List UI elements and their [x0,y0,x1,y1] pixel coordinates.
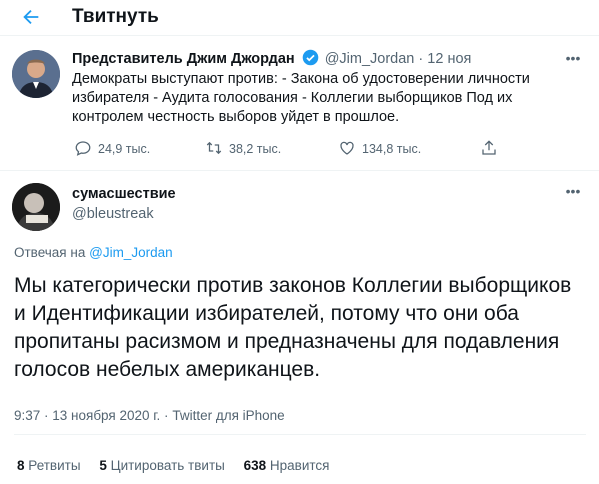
retweet-count: 38,2 тыс. [229,142,282,156]
arrow-left-icon [23,9,39,25]
author-name[interactable]: Представитель Джим Джордан [72,51,295,67]
tweet-source[interactable]: Twitter для iPhone [172,408,284,423]
more-dots-icon: ••• [565,183,581,199]
more-dots-icon: ••• [565,50,581,66]
retweets-stat[interactable]: 8 Ретвиты [17,458,81,473]
reply-icon [75,141,91,156]
tweet-stats: 8 Ретвиты 5 Цитировать твиты 638 Нравитс… [17,458,344,473]
quotes-label: Цитировать твиты [110,458,225,473]
author-handle[interactable]: @bleustreak [72,206,154,222]
replying-to: Отвечая на @Jim_Jordan [14,245,173,260]
retweet-button[interactable]: 38,2 тыс. [205,139,281,161]
replying-handle-link[interactable]: @Jim_Jordan [89,245,173,260]
quotes-count: 5 [99,458,107,473]
likes-label: Нравится [269,458,330,473]
reply-tweet: сумасшествие @bleustreak ••• Отвечая на … [0,172,599,484]
tweet-timestamp[interactable]: 9:37 · 13 ноября 2020 г. [14,408,160,423]
tweet-text: Мы категорически против законов Коллегии… [14,274,572,381]
tweet-header: Представитель Джим Джордан @Jim_Jordan ·… [72,49,471,67]
more-options-button[interactable]: ••• [562,184,584,206]
replying-label: Отвечая на [14,245,86,260]
reply-button[interactable]: 24,9 тыс. [74,139,150,161]
avatar[interactable] [12,50,60,98]
retweets-label: Ретвиты [28,458,81,473]
like-button[interactable]: 134,8 тыс. [338,139,421,161]
tweet-date[interactable]: 12 ноя [427,51,471,67]
share-icon [482,140,496,155]
author-handle[interactable]: @Jim_Jordan [325,51,415,67]
page-title: Твитнуть [72,6,159,27]
tweet-text: Демократы выступают против: - Закона об … [72,71,530,125]
retweets-count: 8 [17,458,25,473]
tweet-meta: 9:37 · 13 ноября 2020 г. · Twitter для i… [14,408,285,423]
retweet-icon [206,141,222,155]
likes-count: 638 [243,458,267,473]
avatar-image [12,183,60,231]
avatar-image [12,50,60,98]
author-name[interactable]: сумасшествие [72,186,176,202]
back-button[interactable] [17,3,45,31]
divider [14,434,586,435]
share-button[interactable] [480,139,504,161]
separator-dot: · [164,408,169,423]
likes-stat[interactable]: 638 Нравится [244,458,330,473]
original-tweet[interactable]: Представитель Джим Джордан @Jim_Jordan ·… [0,37,599,171]
quotes-stat[interactable]: 5 Цитировать твиты [99,458,225,473]
avatar[interactable] [12,183,60,231]
top-bar: Твитнуть [0,0,599,36]
heart-icon [340,141,354,155]
reply-count: 24,9 тыс. [98,142,151,156]
tweet-actions: 24,9 тыс. 38,2 тыс. 134,8 тыс. [72,139,512,161]
like-count: 134,8 тыс. [362,142,422,156]
separator-dot: · [418,51,424,67]
verified-badge-icon [302,49,319,66]
